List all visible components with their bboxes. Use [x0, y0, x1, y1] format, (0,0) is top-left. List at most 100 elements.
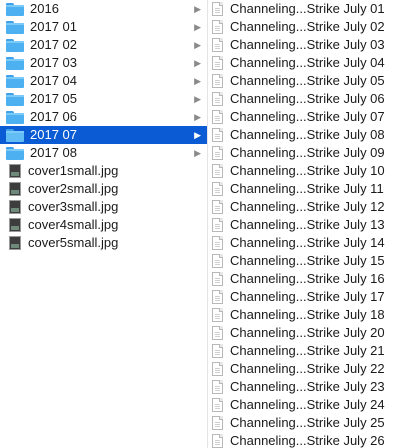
file-label: Channeling...Strike July 07 [230, 109, 385, 124]
image-file-icon [9, 182, 21, 196]
file-item[interactable]: Channeling...Strike July 04 [208, 54, 412, 72]
file-label: Channeling...Strike July 21 [230, 343, 385, 358]
chevron-right-icon: ▶ [194, 22, 201, 32]
file-item[interactable]: Channeling...Strike July 23 [208, 378, 412, 396]
file-label: Channeling...Strike July 12 [230, 199, 385, 214]
folder-item[interactable]: 2017 06 ▶ [0, 108, 207, 126]
document-icon [212, 416, 223, 430]
file-label: Channeling...Strike July 08 [230, 127, 385, 142]
file-item[interactable]: cover4small.jpg [0, 216, 207, 234]
document-icon [212, 200, 223, 214]
folder-icon [6, 2, 24, 16]
file-label: Channeling...Strike July 05 [230, 73, 385, 88]
document-icon [212, 146, 223, 160]
file-item[interactable]: Channeling...Strike July 08 [208, 126, 412, 144]
file-label: cover4small.jpg [28, 217, 119, 232]
chevron-right-icon: ▶ [194, 58, 201, 68]
document-icon [212, 272, 223, 286]
folder-icon [6, 128, 24, 142]
file-item[interactable]: Channeling...Strike July 25 [208, 414, 412, 432]
file-item[interactable]: Channeling...Strike July 02 [208, 18, 412, 36]
chevron-right-icon: ▶ [194, 76, 201, 86]
folder-icon [6, 110, 24, 124]
parent-column[interactable]: 2016 ▶ 2017 01 ▶ 2017 02 ▶ 2017 03 ▶ 201… [0, 0, 208, 448]
document-icon [212, 2, 223, 16]
file-item[interactable]: Channeling...Strike July 11 [208, 180, 412, 198]
file-item[interactable]: Channeling...Strike July 13 [208, 216, 412, 234]
folder-icon [6, 146, 24, 160]
image-file-icon [9, 164, 21, 178]
folder-item[interactable]: 2017 04 ▶ [0, 72, 207, 90]
folder-label: 2017 05 [30, 91, 77, 106]
file-item[interactable]: Channeling...Strike July 16 [208, 270, 412, 288]
file-item[interactable]: Channeling...Strike July 03 [208, 36, 412, 54]
document-icon [212, 74, 223, 88]
file-item[interactable]: cover1small.jpg [0, 162, 207, 180]
file-item[interactable]: Channeling...Strike July 20 [208, 324, 412, 342]
document-icon [212, 398, 223, 412]
file-label: Channeling...Strike July 18 [230, 307, 385, 322]
file-label: Channeling...Strike July 01 [230, 1, 385, 16]
chevron-right-icon: ▶ [194, 130, 201, 140]
file-item[interactable]: Channeling...Strike July 17 [208, 288, 412, 306]
chevron-right-icon: ▶ [194, 112, 201, 122]
file-item[interactable]: Channeling...Strike July 18 [208, 306, 412, 324]
folder-label: 2017 02 [30, 37, 77, 52]
folder-icon [6, 38, 24, 52]
document-icon [212, 218, 223, 232]
folder-item[interactable]: 2017 02 ▶ [0, 36, 207, 54]
file-item[interactable]: Channeling...Strike July 26 [208, 432, 412, 448]
chevron-right-icon: ▶ [194, 94, 201, 104]
file-item[interactable]: Channeling...Strike July 10 [208, 162, 412, 180]
file-item[interactable]: Channeling...Strike July 07 [208, 108, 412, 126]
folder-item[interactable]: 2017 05 ▶ [0, 90, 207, 108]
file-item[interactable]: cover5small.jpg [0, 234, 207, 252]
file-item[interactable]: Channeling...Strike July 09 [208, 144, 412, 162]
file-label: cover5small.jpg [28, 235, 119, 250]
document-icon [212, 326, 223, 340]
image-file-icon [9, 236, 21, 250]
chevron-right-icon: ▶ [194, 40, 201, 50]
folder-icon [6, 74, 24, 88]
file-item[interactable]: Channeling...Strike July 06 [208, 90, 412, 108]
folder-icon [6, 56, 24, 70]
folder-item-selected[interactable]: 2017 07 ▶ [0, 126, 207, 144]
file-item[interactable]: Channeling...Strike July 22 [208, 360, 412, 378]
file-label: cover2small.jpg [28, 181, 119, 196]
folder-item[interactable]: 2017 08 ▶ [0, 144, 207, 162]
image-file-icon [9, 218, 21, 232]
file-item[interactable]: Channeling...Strike July 14 [208, 234, 412, 252]
file-item[interactable]: cover2small.jpg [0, 180, 207, 198]
file-label: Channeling...Strike July 09 [230, 145, 385, 160]
document-icon [212, 56, 223, 70]
file-item[interactable]: Channeling...Strike July 15 [208, 252, 412, 270]
folder-icon [6, 20, 24, 34]
document-icon [212, 92, 223, 106]
file-label: Channeling...Strike July 15 [230, 253, 385, 268]
document-icon [212, 308, 223, 322]
file-item[interactable]: Channeling...Strike July 21 [208, 342, 412, 360]
contents-column[interactable]: Channeling...Strike July 01 Channeling...… [208, 0, 412, 448]
folder-item[interactable]: 2017 03 ▶ [0, 54, 207, 72]
document-icon [212, 290, 223, 304]
folder-label: 2017 06 [30, 109, 77, 124]
file-label: Channeling...Strike July 22 [230, 361, 385, 376]
file-item[interactable]: Channeling...Strike July 12 [208, 198, 412, 216]
document-icon [212, 128, 223, 142]
file-label: Channeling...Strike July 25 [230, 415, 385, 430]
folder-label: 2017 03 [30, 55, 77, 70]
file-item[interactable]: Channeling...Strike July 01 [208, 0, 412, 18]
file-label: Channeling...Strike July 06 [230, 91, 385, 106]
file-item[interactable]: Channeling...Strike July 24 [208, 396, 412, 414]
file-item[interactable]: cover3small.jpg [0, 198, 207, 216]
folder-item[interactable]: 2016 ▶ [0, 0, 207, 18]
file-label: cover3small.jpg [28, 199, 119, 214]
chevron-right-icon: ▶ [194, 4, 201, 14]
column-browser: 2016 ▶ 2017 01 ▶ 2017 02 ▶ 2017 03 ▶ 201… [0, 0, 412, 448]
document-icon [212, 344, 223, 358]
file-label: Channeling...Strike July 26 [230, 433, 385, 448]
folder-item[interactable]: 2017 01 ▶ [0, 18, 207, 36]
file-label: Channeling...Strike July 14 [230, 235, 385, 250]
document-icon [212, 254, 223, 268]
file-item[interactable]: Channeling...Strike July 05 [208, 72, 412, 90]
